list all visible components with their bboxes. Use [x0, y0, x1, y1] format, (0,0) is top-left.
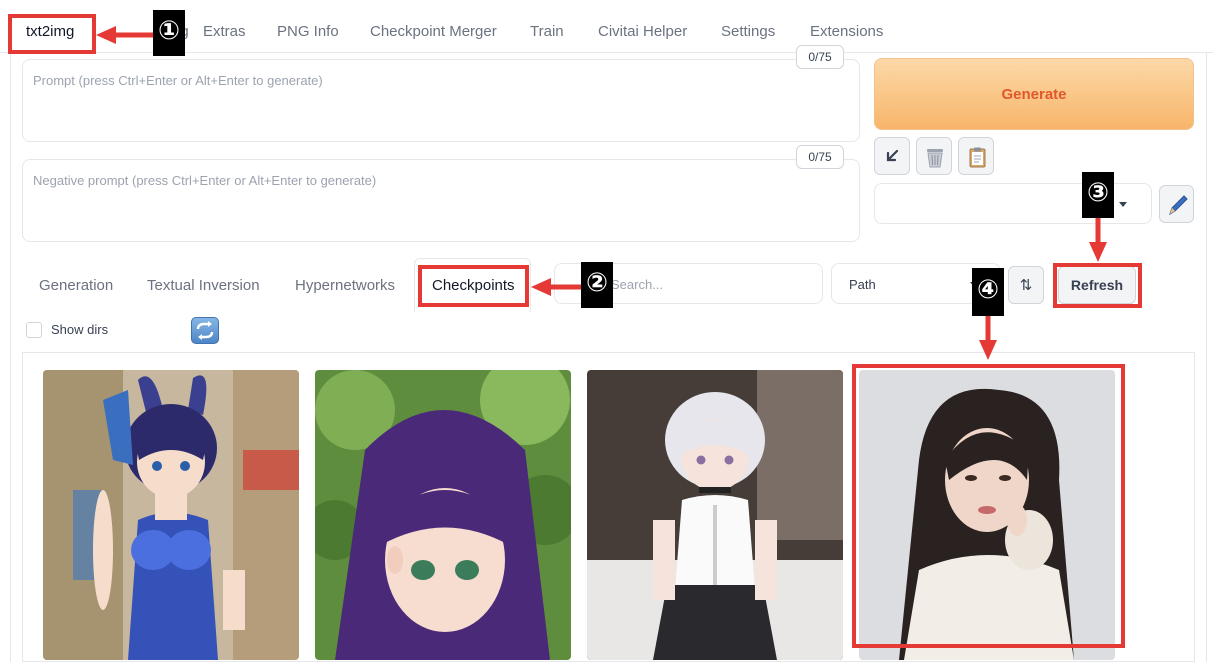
annotation-box-4: [852, 364, 1125, 648]
tab-civitai-helper[interactable]: Civitai Helper: [598, 23, 687, 40]
negative-prompt-placeholder: Negative prompt (press Ctrl+Enter or Alt…: [33, 173, 377, 188]
annotation-arrow-4: [979, 316, 997, 360]
annotation-arrow-1: [96, 26, 156, 44]
arrow-down-left-icon: [886, 149, 899, 162]
show-dirs-checkbox[interactable]: [26, 322, 42, 338]
annotation-box-1: [8, 14, 96, 54]
subtab-textual-inversion[interactable]: Textual Inversion: [147, 277, 260, 294]
annotation-box-3: [1053, 263, 1142, 308]
tab-png-info[interactable]: PNG Info: [277, 23, 339, 40]
tab-extras[interactable]: Extras: [203, 23, 246, 40]
annotation-badge-2: ②: [581, 262, 613, 308]
annotation-arrow-2: [531, 278, 585, 296]
edit-styles-button[interactable]: [1159, 185, 1194, 223]
sort-select-value: Path: [849, 277, 876, 292]
annotation-badge-3: ③: [1082, 172, 1114, 218]
chevron-down-icon: [1119, 202, 1127, 207]
search-placeholder: Search...: [611, 277, 664, 292]
prompt-token-counter: 0/75: [796, 45, 844, 69]
annotation-box-2: [418, 265, 529, 307]
checkpoint-card[interactable]: [43, 370, 299, 660]
generate-button[interactable]: Generate: [874, 58, 1194, 130]
checkpoint-thumbnail: [43, 370, 299, 660]
reload-button[interactable]: [191, 317, 219, 344]
annotation-badge-4: ④: [972, 268, 1004, 316]
refresh-arrows-icon: [196, 321, 214, 340]
subtab-hypernetworks[interactable]: Hypernetworks: [295, 277, 395, 294]
checkpoint-card[interactable]: [315, 370, 571, 660]
checkpoint-thumbnail: [587, 370, 843, 660]
negative-prompt-token-counter: 0/75: [796, 145, 844, 169]
paste-params-button[interactable]: [874, 137, 910, 175]
annotation-arrow-3: [1089, 218, 1107, 262]
clear-prompt-button[interactable]: [916, 137, 952, 175]
sort-order-icon: ⇅: [1019, 277, 1033, 294]
tab-checkpoint-merger[interactable]: Checkpoint Merger: [370, 23, 497, 40]
tab-extensions[interactable]: Extensions: [810, 23, 883, 40]
show-dirs-label: Show dirs: [51, 322, 109, 337]
pen-icon: [1169, 195, 1188, 216]
checkpoint-card[interactable]: [587, 370, 843, 660]
tab-settings[interactable]: Settings: [721, 23, 775, 40]
prompt-placeholder: Prompt (press Ctrl+Enter or Alt+Enter to…: [33, 73, 323, 88]
tab-train[interactable]: Train: [530, 23, 564, 40]
sort-order-button[interactable]: ⇅: [1008, 266, 1044, 304]
trash-icon: [927, 149, 943, 168]
subtab-generation[interactable]: Generation: [39, 277, 113, 294]
clipboard-icon: [969, 147, 986, 168]
prompt-textarea[interactable]: Prompt (press Ctrl+Enter or Alt+Enter to…: [22, 59, 860, 142]
apply-style-button[interactable]: [958, 137, 994, 175]
negative-prompt-textarea[interactable]: Negative prompt (press Ctrl+Enter or Alt…: [22, 159, 860, 242]
annotation-badge-1: ①: [153, 10, 185, 56]
checkpoint-thumbnail: [315, 370, 571, 660]
